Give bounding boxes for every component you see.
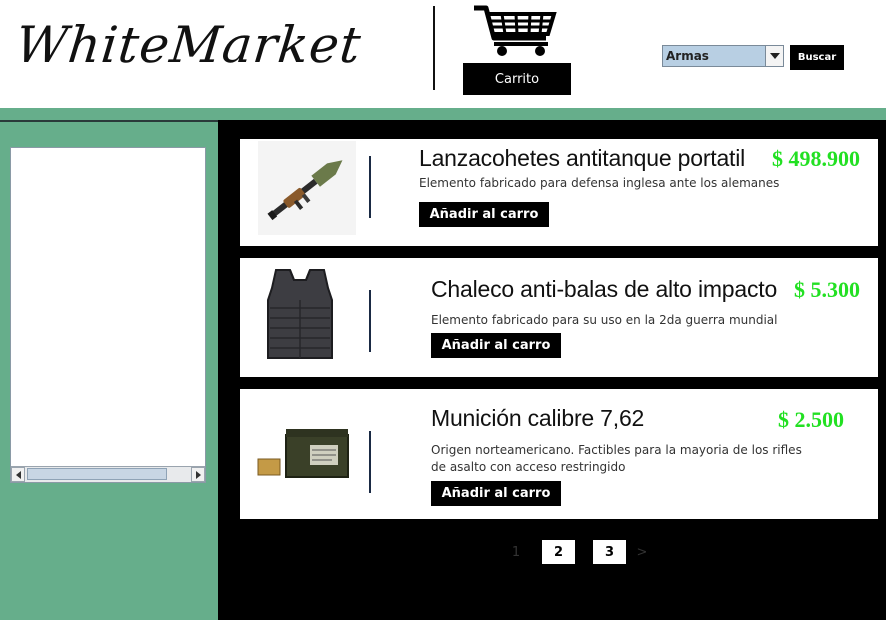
product-card: Lanzacohetes antitanque portatil $ 498.9…: [240, 139, 878, 246]
ammo-box-icon: [257, 429, 349, 478]
product-card: Chaleco anti-balas de alto impacto $ 5.3…: [240, 258, 878, 377]
add-to-cart-button[interactable]: Añadir al carro: [431, 333, 561, 358]
header-strip: [0, 108, 886, 120]
product-description-line: de asalto con acceso restringido: [431, 460, 626, 474]
product-description-line: Origen norteamericano. Factibles para la…: [431, 443, 802, 457]
page-2-button[interactable]: 2: [542, 540, 575, 564]
category-list[interactable]: [10, 147, 206, 483]
scroll-track[interactable]: [25, 467, 191, 482]
horizontal-scrollbar[interactable]: [11, 466, 205, 482]
card-divider: [369, 290, 371, 352]
logo: WhiteMarket: [12, 16, 365, 74]
product-price: $ 2.500: [778, 407, 844, 432]
add-to-cart-button[interactable]: Añadir al carro: [419, 202, 549, 227]
scroll-right-icon[interactable]: [191, 467, 205, 482]
product-title: Lanzacohetes antitanque portatil: [419, 145, 746, 171]
product-title: Chaleco anti-balas de alto impacto: [431, 276, 778, 302]
card-divider: [369, 156, 371, 218]
category-select-value: Armas: [666, 49, 709, 63]
header: WhiteMarket Carrito Armas Buscar: [0, 0, 886, 108]
page-1-button: 1: [511, 544, 521, 560]
rocket-launcher-icon: [258, 141, 356, 235]
shopping-cart-icon[interactable]: [472, 4, 558, 58]
page-3-button[interactable]: 3: [593, 540, 626, 564]
product-price: $ 5.300: [794, 277, 860, 302]
product-price: $ 498.900: [772, 146, 860, 171]
product-title: Munición calibre 7,62: [431, 405, 645, 431]
card-divider: [369, 431, 371, 493]
product-card: Munición calibre 7,62 $ 2.500 Origen nor…: [240, 389, 878, 519]
header-divider: [433, 6, 435, 90]
product-description: Elemento fabricado para su uso en la 2da…: [431, 313, 778, 327]
category-select[interactable]: Armas: [662, 45, 784, 67]
chevron-down-icon[interactable]: [765, 46, 783, 66]
next-page-button[interactable]: >: [634, 540, 650, 564]
bulletproof-vest-icon: [267, 269, 333, 359]
scroll-left-icon[interactable]: [11, 467, 25, 482]
add-to-cart-button[interactable]: Añadir al carro: [431, 481, 561, 506]
cart-button[interactable]: Carrito: [463, 63, 571, 95]
scroll-thumb[interactable]: [27, 468, 167, 480]
search-button[interactable]: Buscar: [790, 45, 844, 70]
product-description: Elemento fabricado para defensa inglesa …: [419, 176, 780, 190]
